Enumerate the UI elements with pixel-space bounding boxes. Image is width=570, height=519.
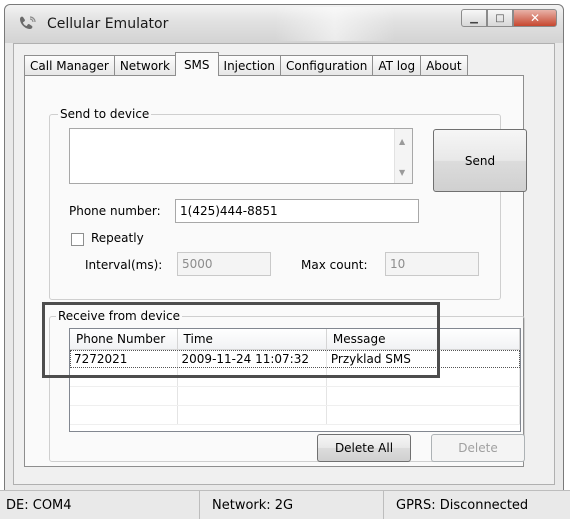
interval-input[interactable]: 5000 [177, 252, 271, 276]
status-de: DE: COM4 [0, 491, 200, 519]
status-bar: DE: COM4 Network: 2G GPRS: Disconnected [0, 490, 570, 519]
close-icon: ✕ [529, 11, 541, 25]
delete-button[interactable]: Delete [431, 434, 525, 462]
tab-strip: Call Manager Network SMS Injection Confi… [24, 52, 468, 76]
phone-number-label: Phone number: [69, 204, 161, 218]
phone-icon [20, 16, 36, 29]
scroll-up-icon[interactable]: ▲ [399, 137, 405, 146]
repeat-label: Repeatly [91, 231, 144, 245]
interval-label: Interval(ms): [85, 258, 163, 272]
repeat-checkbox[interactable] [71, 233, 84, 246]
tab-sms[interactable]: SMS [174, 52, 219, 76]
status-gprs: GPRS: Disconnected [396, 497, 529, 513]
empty-row [70, 387, 520, 406]
scroll-down-icon[interactable]: ▼ [399, 168, 405, 177]
title-bar[interactable]: Cellular Emulator ▁ □ ✕ [5, 5, 563, 43]
window-title: Cellular Emulator [47, 16, 169, 32]
minimize-icon: ▁ [470, 12, 478, 24]
status-network: Network: 2G [200, 491, 384, 519]
message-textarea[interactable]: ▲ ▼ [69, 128, 413, 184]
tab-injection[interactable]: Injection [217, 55, 281, 76]
delete-all-button[interactable]: Delete All [317, 434, 411, 462]
tab-at-log[interactable]: AT log [372, 55, 422, 76]
maximize-button[interactable]: □ [487, 9, 513, 27]
max-count-label: Max count: [301, 258, 368, 272]
sms-tab-panel: Send to device ▲ ▼ Send Phone number: 1(… [24, 75, 527, 467]
minimize-button[interactable]: ▁ [461, 9, 487, 27]
maximize-icon: □ [495, 12, 505, 24]
tab-configuration[interactable]: Configuration [279, 55, 374, 76]
close-button[interactable]: ✕ [513, 9, 557, 27]
phone-number-input[interactable]: 1(425)444-8851 [175, 199, 419, 223]
tab-network[interactable]: Network [113, 55, 176, 76]
send-group-title: Send to device [58, 107, 152, 121]
tab-about[interactable]: About [420, 55, 468, 76]
max-count-input[interactable]: 10 [385, 252, 479, 276]
tab-call-manager[interactable]: Call Manager [24, 55, 115, 76]
receive-highlight-box [42, 302, 440, 378]
send-button[interactable]: Send [433, 129, 527, 192]
message-scrollbar[interactable]: ▲ ▼ [394, 129, 412, 183]
empty-row [70, 406, 520, 425]
